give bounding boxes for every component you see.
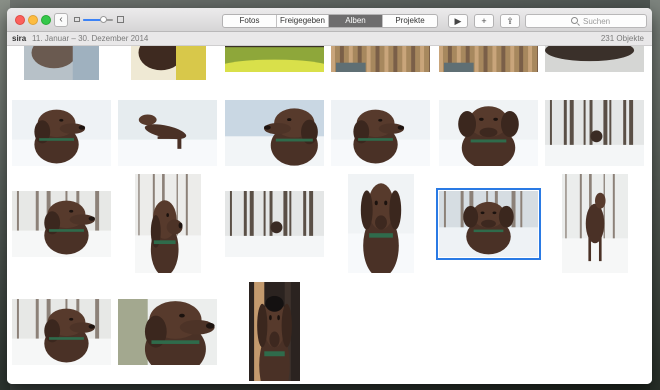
photo-thumbnail[interactable] [331,100,430,166]
photo-thumbnail[interactable] [12,100,111,166]
share-icon: ⇪ [506,16,514,26]
photo-image [118,100,217,166]
photo-thumbnail[interactable] [131,46,206,80]
slideshow-button[interactable]: ▶ [448,14,468,28]
photo-thumbnail[interactable] [439,100,538,166]
photo-image [135,174,201,273]
photo-image [12,299,111,365]
photo-thumbnail[interactable] [12,191,111,257]
album-info-bar: sira 11. Januar – 30. Dezember 2014 231 … [7,32,652,46]
play-icon: ▶ [454,16,462,26]
photo-grid [7,46,652,384]
photo-image [249,282,300,381]
zoom-in-icon[interactable] [117,16,124,23]
photo-thumbnail[interactable] [436,188,541,260]
photo-image [348,174,414,273]
search-placeholder: Suchen [583,17,611,26]
photo-image [545,46,644,72]
photo-image [131,46,206,80]
tab-freigegeben[interactable]: Freigegeben [277,15,329,27]
photo-thumbnail[interactable] [439,46,538,72]
photo-thumbnail[interactable] [545,46,644,72]
photo-image [118,299,217,365]
album-title: sira [12,34,27,43]
close-button[interactable] [15,15,25,25]
minimize-button[interactable] [28,15,38,25]
photo-image [331,100,430,166]
tab-fotos[interactable]: Fotos [223,15,277,27]
photo-image [12,191,111,257]
add-button[interactable]: + [474,14,494,28]
fullscreen-button[interactable] [41,15,51,25]
photo-image [12,100,111,166]
photo-thumbnail[interactable] [249,282,300,381]
photo-thumbnail[interactable] [348,174,414,273]
photo-image [439,191,538,257]
photo-image [24,46,99,80]
toolbar: ‹ Fotos Freigegeben Alben Projekte ▶ + ⇪… [7,8,652,32]
photo-thumbnail[interactable] [118,299,217,365]
photo-image [225,100,324,166]
photo-thumbnail[interactable] [225,100,324,166]
photo-image [439,46,538,72]
photos-window: ‹ Fotos Freigegeben Alben Projekte ▶ + ⇪… [7,8,652,384]
photo-image [331,46,430,72]
photo-thumbnail[interactable] [331,46,430,72]
photo-image [545,100,644,166]
photo-thumbnail[interactable] [24,46,99,80]
back-button[interactable]: ‹ [54,13,68,27]
photo-image [225,191,324,257]
view-tabs: Fotos Freigegeben Alben Projekte [222,14,438,28]
photo-thumbnail[interactable] [135,174,201,273]
photo-image [225,46,324,72]
plus-icon: + [481,16,487,26]
photo-image [439,100,538,166]
tab-projekte[interactable]: Projekte [383,15,437,27]
photo-thumbnail[interactable] [225,46,324,72]
photo-thumbnail[interactable] [12,299,111,365]
photo-thumbnail[interactable] [225,191,324,257]
photo-image [562,174,628,273]
album-date-range: 11. Januar – 30. Dezember 2014 [32,34,149,43]
share-button[interactable]: ⇪ [500,14,520,28]
zoom-out-icon[interactable] [74,17,80,22]
album-item-count: 231 Objekte [600,34,644,43]
search-field[interactable]: Suchen [525,14,647,28]
photo-thumbnail[interactable] [545,100,644,166]
photo-thumbnail[interactable] [118,100,217,166]
zoom-slider-knob[interactable] [100,16,107,23]
photo-thumbnail[interactable] [562,174,628,273]
search-icon [571,17,578,24]
tab-alben[interactable]: Alben [329,15,383,27]
